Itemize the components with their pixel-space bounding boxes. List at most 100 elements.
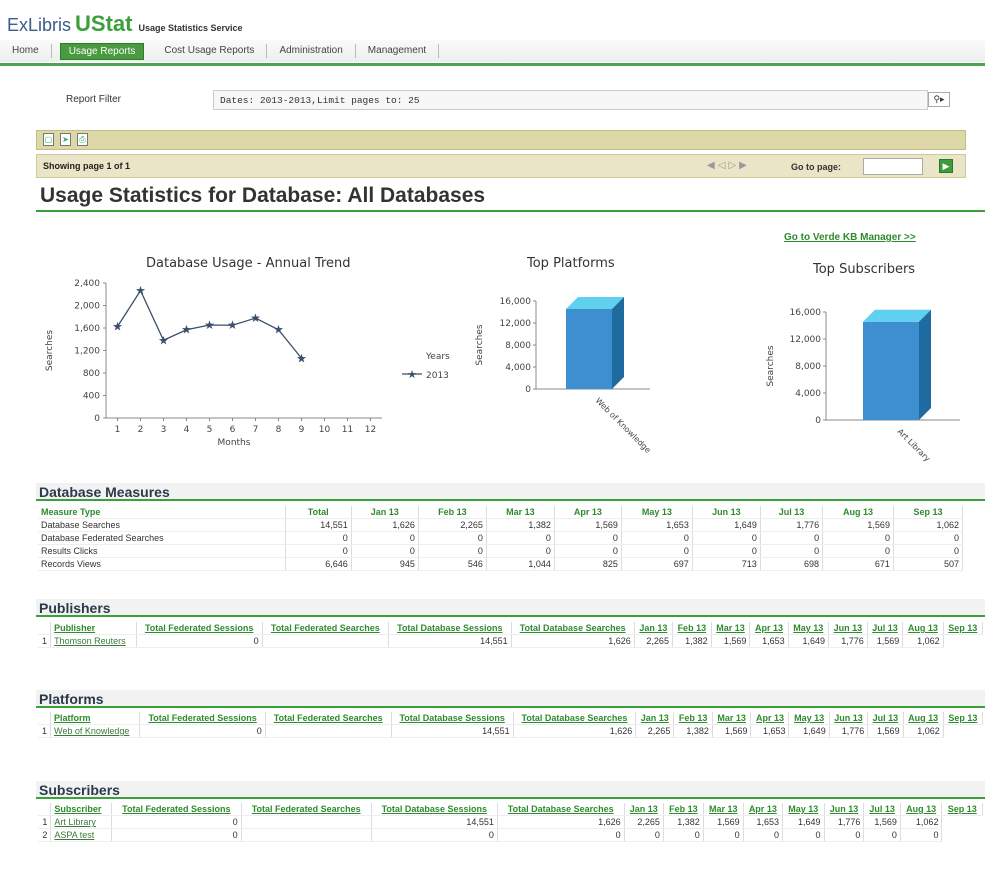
nav-management[interactable]: Management xyxy=(356,44,440,58)
send-icon[interactable]: ➤ xyxy=(60,133,71,146)
column-header[interactable]: Jun 13 xyxy=(828,622,868,635)
table-cell: 0 xyxy=(285,531,352,545)
row-name-link[interactable]: Web of Knowledge xyxy=(50,724,141,738)
column-header[interactable]: Feb 13 xyxy=(663,803,704,816)
table-cell: 1,569 xyxy=(711,634,751,648)
column-header[interactable]: Total Federated Sessions xyxy=(139,712,266,725)
filter-search-button[interactable]: ⚲▸ xyxy=(928,92,950,107)
next-page-icon[interactable]: ▷ xyxy=(728,160,739,171)
verde-kb-manager-link[interactable]: Go to Verde KB Manager >> xyxy=(784,232,916,243)
column-header[interactable]: Total Federated Searches xyxy=(265,712,392,725)
column-header[interactable]: May 13 xyxy=(782,803,825,816)
column-header: Sep 13 xyxy=(893,506,964,519)
column-header[interactable]: Jun 13 xyxy=(824,803,865,816)
ustat-logo[interactable]: ExLibris UStat Usage Statistics Service xyxy=(7,11,243,37)
row-name-link[interactable]: Thomson Reuters xyxy=(50,634,137,648)
table-cell: 1,653 xyxy=(743,815,783,829)
column-header[interactable]: Mar 13 xyxy=(703,803,744,816)
column-header[interactable]: Total Database Sessions xyxy=(391,712,514,725)
print-icon[interactable]: ⎙ xyxy=(77,133,88,146)
column-header[interactable]: Sep 13 xyxy=(941,803,983,816)
nav-home[interactable]: Home xyxy=(0,44,52,58)
goto-page-input[interactable] xyxy=(863,158,923,175)
platforms-chart-title: Top Platforms xyxy=(527,256,615,271)
table-cell: 0 xyxy=(893,544,964,558)
x-tick-label: 8 xyxy=(276,425,282,435)
row-name-link[interactable]: Art Library xyxy=(50,815,113,829)
column-header[interactable]: Total Federated Searches xyxy=(262,622,390,635)
column-header[interactable]: Aug 13 xyxy=(902,622,944,635)
column-header[interactable]: Subscriber xyxy=(50,803,113,816)
column-header[interactable]: Feb 13 xyxy=(673,712,713,725)
table-header-row: Measure Type Total Jan 13 Feb 13 Mar 13 Apr 1… xyxy=(38,506,964,519)
report-filter-field[interactable]: Dates: 2013-2013,Limit pages to: 25 xyxy=(213,90,928,110)
column-header[interactable]: Sep 13 xyxy=(943,622,984,635)
first-page-icon[interactable]: ◀ xyxy=(707,160,718,171)
column-header[interactable]: Mar 13 xyxy=(712,712,752,725)
table-cell: 0 xyxy=(497,828,625,842)
category-label: Web of Knowledge xyxy=(594,396,653,455)
data-point: ★ xyxy=(135,284,146,298)
column-header: Measure Type xyxy=(38,506,286,519)
column-header[interactable]: Mar 13 xyxy=(711,622,751,635)
column-header[interactable]: Total Database Searches xyxy=(511,622,635,635)
column-header[interactable]: Platform xyxy=(50,712,141,725)
table-cell: 1,062 xyxy=(900,815,943,829)
column-header[interactable]: Total Database Sessions xyxy=(388,622,512,635)
x-tick-label: 4 xyxy=(184,425,190,435)
data-point: ★ xyxy=(112,320,123,334)
column-header[interactable]: Feb 13 xyxy=(672,622,712,635)
table-cell: 698 xyxy=(760,557,824,571)
nav-administration[interactable]: Administration xyxy=(267,44,356,58)
column-header[interactable]: Apr 13 xyxy=(750,712,790,725)
nav-cost-usage-reports[interactable]: Cost Usage Reports xyxy=(152,44,268,58)
column-header[interactable]: Jul 13 xyxy=(867,622,904,635)
column-header[interactable]: Apr 13 xyxy=(743,803,783,816)
column-header[interactable]: Total Database Searches xyxy=(497,803,625,816)
bar xyxy=(566,308,612,389)
last-page-icon[interactable]: ▶ xyxy=(739,160,750,171)
nav-usage-reports[interactable]: Usage Reports xyxy=(59,42,145,60)
x-tick-label: 11 xyxy=(342,425,353,435)
column-header[interactable]: Total Federated Sessions xyxy=(111,803,242,816)
data-point: ★ xyxy=(273,323,284,337)
pager-arrows[interactable]: ◀◁▷▶ xyxy=(707,160,750,171)
column-header[interactable]: Aug 13 xyxy=(900,803,943,816)
column-header[interactable]: Apr 13 xyxy=(749,622,789,635)
column-header[interactable]: Jul 13 xyxy=(867,712,904,725)
column-header[interactable]: Sep 13 xyxy=(943,712,984,725)
column-header[interactable]: Publisher xyxy=(50,622,137,635)
x-tick-label: 2 xyxy=(138,425,144,435)
arrow-right-icon: ▶ xyxy=(942,161,950,171)
y-tick-label: 2,400 xyxy=(74,279,100,289)
table-cell: 0 xyxy=(554,544,622,558)
column-header[interactable]: May 13 xyxy=(788,622,830,635)
column-header[interactable]: Jan 13 xyxy=(635,712,675,725)
column-header[interactable]: Jan 13 xyxy=(634,622,673,635)
column-header[interactable]: May 13 xyxy=(788,712,830,725)
row-name-link[interactable]: ASPA test xyxy=(50,828,113,842)
prev-page-icon[interactable]: ◁ xyxy=(718,160,729,171)
table-cell: 1,649 xyxy=(782,815,825,829)
table-row: Results Clicks 0 0 0 0 0 0 0 0 0 0 xyxy=(38,544,964,558)
column-header[interactable]: Jan 13 xyxy=(624,803,664,816)
column-header[interactable]: Jun 13 xyxy=(829,712,869,725)
table-cell: 14,551 xyxy=(371,815,498,829)
column-header[interactable]: Aug 13 xyxy=(903,712,944,725)
column-header[interactable]: Total Federated Searches xyxy=(241,803,372,816)
table-cell: 1,382 xyxy=(663,815,704,829)
table-cell: 14,551 xyxy=(391,724,514,738)
table-cell: 0 xyxy=(863,828,901,842)
y-axis-label: Searches xyxy=(475,324,485,365)
column-header: Jan 13 xyxy=(351,506,419,519)
goto-page-button[interactable]: ▶ xyxy=(939,159,953,173)
table-cell xyxy=(241,828,372,842)
trend-chart: 04008001,2001,6002,0002,4001 2 3 4 5 6 7 8 9 10 11… xyxy=(45,279,450,448)
column-header[interactable]: Total Federated Sessions xyxy=(136,622,263,635)
table-cell: 1,062 xyxy=(893,518,964,532)
column-header[interactable]: Jul 13 xyxy=(863,803,901,816)
table-cell: 0 xyxy=(624,828,664,842)
column-header[interactable]: Total Database Searches xyxy=(513,712,637,725)
column-header[interactable]: Total Database Sessions xyxy=(371,803,498,816)
export-icon[interactable]: ▢ xyxy=(43,133,54,146)
